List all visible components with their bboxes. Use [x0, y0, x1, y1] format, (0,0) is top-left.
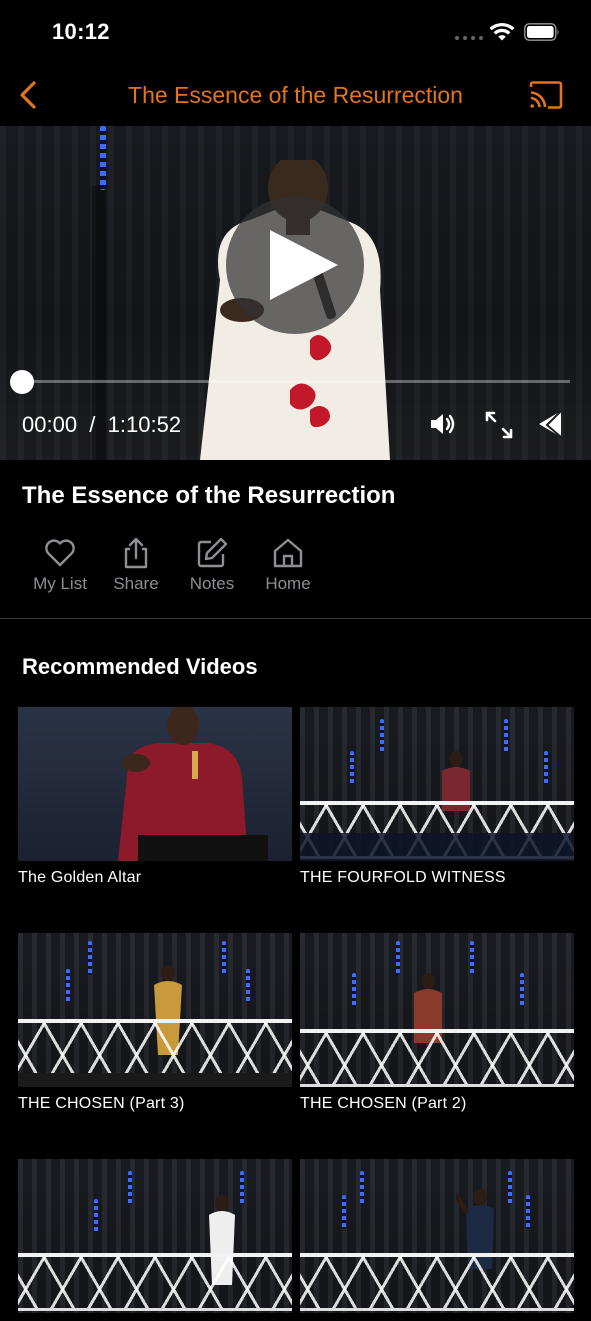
video-card[interactable]: THE CHOSEN (Part 2): [300, 933, 574, 1113]
video-card-title: THE CHOSEN (Part 2): [300, 1095, 467, 1112]
video-card-title: THE FOURFOLD WITNESS: [300, 869, 506, 886]
video-thumbnail: [300, 707, 574, 861]
video-player[interactable]: 00:00 / 1:10:52: [0, 126, 591, 460]
page-title: The Essence of the Resurrection: [128, 82, 463, 108]
fullscreen-icon[interactable]: [484, 410, 514, 440]
share-icon: [124, 537, 148, 569]
video-card[interactable]: The Golden Altar: [18, 707, 292, 887]
video-thumbnail: [300, 933, 574, 1087]
broadcast-banner: [300, 833, 574, 861]
video-thumbnail: [300, 1159, 574, 1313]
home-button[interactable]: Home: [250, 536, 326, 594]
video-thumbnail: [18, 707, 292, 861]
progress-track[interactable]: [22, 380, 570, 383]
video-card[interactable]: [300, 1159, 574, 1321]
cast-icon[interactable]: [528, 80, 564, 110]
edit-icon: [197, 537, 228, 568]
video-card[interactable]: THE FOURFOLD WITNESS: [300, 707, 574, 887]
share-button[interactable]: Share: [98, 536, 174, 594]
divider: [0, 618, 591, 619]
home-label: Home: [265, 574, 311, 593]
duration: 1:10:52: [107, 412, 182, 437]
stage-light: [100, 126, 106, 190]
my-list-button[interactable]: My List: [22, 536, 98, 594]
status-bar: 10:12: [0, 0, 591, 64]
play-icon: [270, 230, 338, 300]
progress-scrubber[interactable]: [10, 370, 34, 394]
current-time: 00:00: [22, 412, 78, 437]
video-card-title: THE CHOSEN (Part 3): [18, 1095, 185, 1112]
video-card[interactable]: [18, 1159, 292, 1321]
video-thumbnail: [18, 933, 292, 1087]
share-label: Share: [113, 574, 159, 593]
heart-icon: [45, 539, 75, 567]
cellular-signal-icon: [455, 36, 483, 40]
home-icon: [273, 538, 303, 568]
video-card[interactable]: THE CHOSEN (Part 3): [18, 933, 292, 1113]
time-separator: /: [89, 412, 96, 437]
my-list-label: My List: [33, 574, 87, 593]
back-button[interactable]: [14, 78, 42, 112]
notes-button[interactable]: Notes: [174, 536, 250, 594]
wifi-icon: [489, 22, 515, 41]
video-card-title: The Golden Altar: [18, 869, 142, 886]
status-time: 10:12: [52, 19, 110, 44]
battery-icon: [524, 23, 559, 41]
volume-icon[interactable]: [428, 409, 458, 439]
play-button[interactable]: [226, 196, 364, 334]
airplay-icon[interactable]: [537, 409, 565, 439]
notes-label: Notes: [189, 574, 235, 593]
navigation-bar: The Essence of the Resurrection: [0, 64, 591, 126]
video-title: The Essence of the Resurrection: [22, 482, 396, 509]
action-bar: My List Share Notes Home: [22, 536, 326, 594]
recommended-heading: Recommended Videos: [22, 654, 258, 679]
video-thumbnail: [18, 1159, 292, 1313]
timecode: 00:00 / 1:10:52: [22, 412, 181, 438]
